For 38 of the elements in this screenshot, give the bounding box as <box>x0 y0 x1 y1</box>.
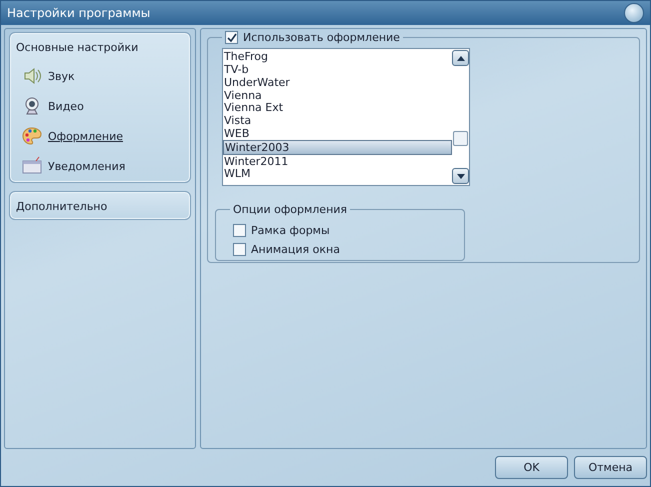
scroll-up-button[interactable] <box>452 50 469 66</box>
list-item[interactable]: TheFrog <box>223 50 452 63</box>
list-item[interactable]: Vienna Ext <box>223 101 452 114</box>
section-title: Дополнительно <box>16 200 108 214</box>
option-checkbox[interactable] <box>233 224 246 238</box>
scrollbar-thumb[interactable] <box>453 131 468 146</box>
list-item[interactable]: Vista <box>223 114 452 127</box>
scroll-down-button[interactable] <box>452 168 469 184</box>
palette-icon <box>22 126 42 146</box>
list-item[interactable]: Winter2003 <box>223 140 452 155</box>
section-title: Основные настройки <box>16 41 140 54</box>
checkbox-label: Использовать оформление <box>243 31 400 44</box>
checkbox-label: Анимация окна <box>251 243 340 256</box>
list-item[interactable]: UnderWater <box>223 76 452 89</box>
list-item[interactable]: WEB <box>223 126 452 140</box>
up-arrow-icon <box>456 56 464 61</box>
use-skin-checkbox[interactable] <box>225 31 238 44</box>
list-item[interactable]: Vienna <box>223 88 452 102</box>
sidebar-item[interactable]: Видео <box>22 96 184 116</box>
window-orb-icon[interactable] <box>624 3 644 24</box>
speaker-icon <box>22 66 42 86</box>
skin-listbox[interactable]: TheFrog TV-b UnderWater Vienna Vienna Ext Vista WEB Winter2003 Winter2011 WLM <box>222 48 470 186</box>
sidebar-item[interactable]: Уведомления <box>22 156 184 176</box>
down-arrow-icon <box>456 174 464 179</box>
sidebar-section[interactable]: Дополнительно <box>9 191 191 220</box>
list-item[interactable]: Winter2011 <box>223 154 452 168</box>
sidebar-section[interactable]: Основные настройки Звук Видео Оформление Уведомления <box>9 32 191 184</box>
option-checkbox[interactable] <box>233 243 246 256</box>
window-title: Настройки программы <box>7 6 150 20</box>
sidebar-item[interactable]: Звук <box>22 66 184 86</box>
checkbox-label: Рамка формы <box>251 224 330 238</box>
group-title: Опции оформления <box>232 203 348 216</box>
list-item[interactable]: TV-b <box>223 63 452 76</box>
sidebar-item[interactable]: Оформление <box>22 126 184 146</box>
window-icon <box>22 156 42 176</box>
dialog-button[interactable]: Отмена <box>574 456 647 480</box>
list-item[interactable]: WLM <box>223 167 452 180</box>
dialog-button[interactable]: OK <box>495 456 568 480</box>
